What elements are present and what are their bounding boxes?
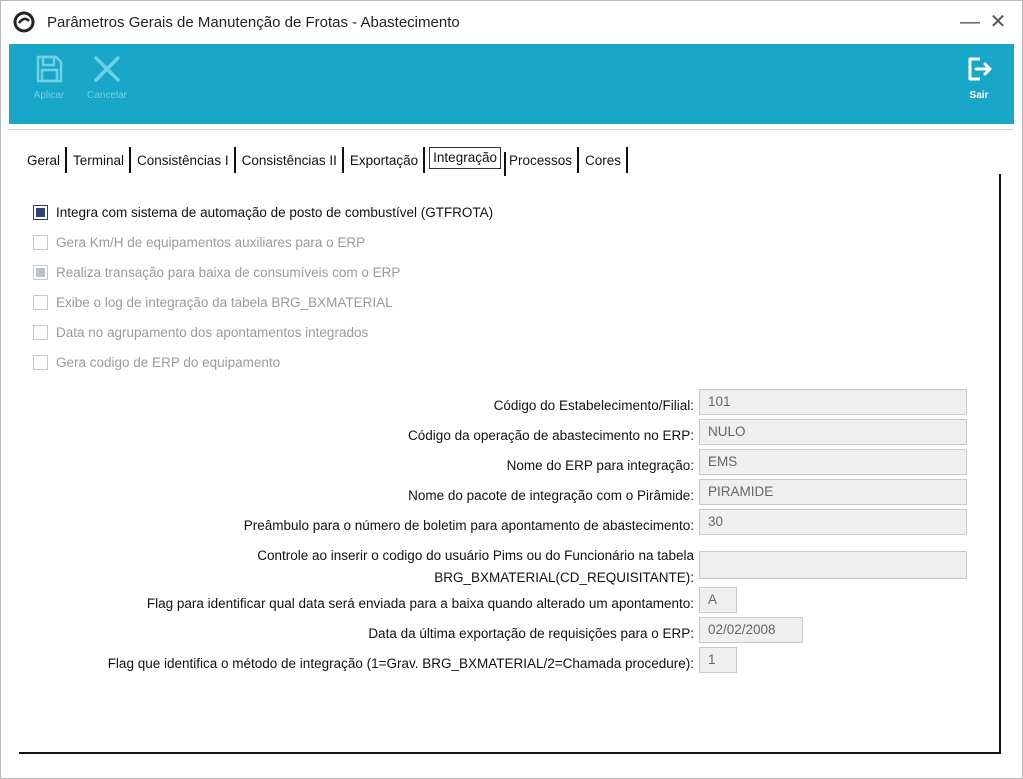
input-flag-metodo-integracao[interactable]: 1 bbox=[699, 647, 737, 673]
cancel-button[interactable]: Cancelar bbox=[77, 54, 137, 118]
title-bar: Parâmetros Gerais de Manutenção de Frota… bbox=[1, 1, 1022, 43]
tab-processos[interactable]: Processos bbox=[507, 147, 579, 173]
apply-label: Aplicar bbox=[33, 90, 65, 101]
checkbox-label: Exibe o log de integração da tabela BRG_… bbox=[56, 294, 393, 310]
cancel-label: Cancelar bbox=[86, 90, 128, 101]
label-nome-pacote: Nome do pacote de integração com o Pirâm… bbox=[408, 488, 694, 503]
label-flag-data-baixa: Flag para identificar qual data será env… bbox=[146, 596, 694, 611]
toolbar: Aplicar Cancelar Sair bbox=[9, 44, 1014, 124]
checkbox[interactable] bbox=[33, 354, 48, 370]
minimize-button[interactable]: — bbox=[957, 9, 983, 35]
tab-terminal[interactable]: Terminal bbox=[71, 147, 132, 173]
close-button[interactable]: ✕ bbox=[985, 9, 1011, 35]
input-flag-data-baixa[interactable]: A bbox=[699, 587, 737, 613]
label-flag-metodo-integracao: Flag que identifica o método de integraç… bbox=[107, 656, 694, 671]
input-codigo-estabelecimento[interactable]: 101 bbox=[699, 389, 967, 415]
exit-label: Sair bbox=[969, 90, 989, 101]
checkbox-label: Gera Km/H de equipamentos auxiliares par… bbox=[56, 234, 366, 250]
input-preambulo[interactable]: 30 bbox=[699, 509, 967, 535]
checkbox-row-realiza-transacao[interactable]: Realiza transação para baixa de consumív… bbox=[33, 262, 400, 282]
exit-icon bbox=[968, 57, 992, 81]
label-controle-line2: BRG_BXMATERIAL(CD_REQUISITANTE): bbox=[434, 570, 694, 585]
checkbox[interactable] bbox=[33, 324, 48, 340]
checkbox-label: Gera codigo de ERP do equipamento bbox=[56, 354, 281, 370]
tab-exportacao[interactable]: Exportação bbox=[348, 147, 426, 173]
input-data-ultima-exportacao[interactable]: 02/02/2008 bbox=[699, 617, 803, 643]
tab-consistencias-i[interactable]: Consistências I bbox=[135, 147, 236, 173]
input-nome-pacote[interactable]: PIRAMIDE bbox=[699, 479, 967, 505]
main-window: Parâmetros Gerais de Manutenção de Frota… bbox=[0, 0, 1023, 779]
exit-button[interactable]: Sair bbox=[949, 54, 1009, 118]
tab-geral[interactable]: Geral bbox=[25, 147, 68, 173]
tab-content-area: Geral Terminal Consistências I Consistên… bbox=[9, 129, 1014, 769]
apply-button[interactable]: Aplicar bbox=[19, 54, 79, 118]
panel-border-right bbox=[999, 174, 1001, 754]
label-codigo-operacao: Código da operação de abastecimento no E… bbox=[408, 428, 694, 443]
tab-consistencias-ii[interactable]: Consistências II bbox=[240, 147, 344, 173]
tab-cores[interactable]: Cores bbox=[583, 147, 629, 173]
label-preambulo: Preâmbulo para o número de boletim para … bbox=[243, 518, 694, 533]
checkbox[interactable] bbox=[33, 234, 48, 250]
tab-bar: Geral Terminal Consistências I Consistên… bbox=[25, 146, 632, 176]
checkbox-label: Data no agrupamento dos apontamentos int… bbox=[56, 324, 369, 340]
checkbox[interactable] bbox=[33, 294, 48, 310]
save-icon bbox=[36, 55, 63, 83]
checkbox-label: Realiza transação para baixa de consumív… bbox=[56, 264, 401, 280]
checkbox-row-gera-kmh[interactable]: Gera Km/H de equipamentos auxiliares par… bbox=[33, 232, 365, 252]
tab-integracao[interactable]: Integração bbox=[429, 147, 506, 176]
checkbox-row-gera-codigo-erp[interactable]: Gera codigo de ERP do equipamento bbox=[33, 352, 280, 372]
window-title: Parâmetros Gerais de Manutenção de Frota… bbox=[47, 14, 460, 31]
label-nome-erp: Nome do ERP para integração: bbox=[506, 458, 694, 473]
checkbox[interactable] bbox=[33, 264, 48, 280]
checkbox-label: Integra com sistema de automação de post… bbox=[56, 204, 494, 220]
x-icon bbox=[94, 56, 120, 82]
checkbox[interactable] bbox=[33, 204, 48, 220]
checkbox-row-exibe-log[interactable]: Exibe o log de integração da tabela BRG_… bbox=[33, 292, 393, 312]
panel-border-bottom bbox=[19, 752, 1001, 754]
input-nome-erp[interactable]: EMS bbox=[699, 449, 967, 475]
app-logo-icon bbox=[13, 11, 35, 33]
checkbox-row-data-agrupamento[interactable]: Data no agrupamento dos apontamentos int… bbox=[33, 322, 368, 342]
checkbox-row-integra-gtfrota[interactable]: Integra com sistema de automação de post… bbox=[33, 202, 493, 222]
input-controle[interactable] bbox=[699, 551, 967, 579]
input-codigo-operacao[interactable]: NULO bbox=[699, 419, 967, 445]
label-controle-line1: Controle ao inserir o codigo do usuário … bbox=[257, 548, 694, 563]
label-codigo-estabelecimento: Código do Estabelecimento/Filial: bbox=[493, 398, 694, 413]
label-data-ultima-exportacao: Data da última exportação de requisições… bbox=[368, 626, 694, 641]
